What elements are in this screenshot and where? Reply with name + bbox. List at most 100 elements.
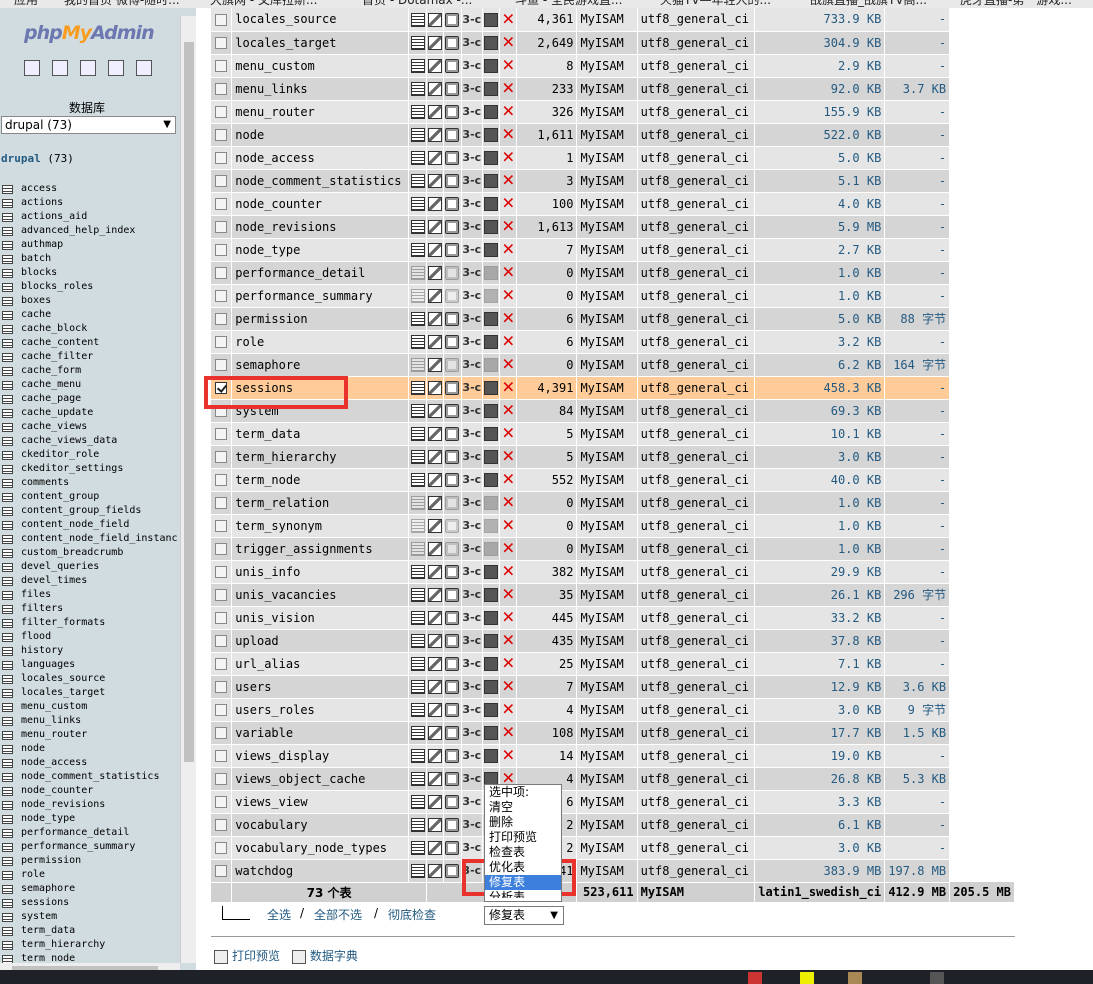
empty-cell[interactable] <box>482 629 501 653</box>
sidebar-table-item[interactable]: cache_filter <box>2 350 178 364</box>
structure-cell[interactable] <box>426 353 445 377</box>
row-checkbox[interactable] <box>215 842 228 854</box>
structure-icon[interactable] <box>428 587 443 602</box>
empty-icon[interactable] <box>484 12 499 27</box>
browse-icon[interactable] <box>410 472 425 487</box>
insert-icon[interactable]: 3-c <box>462 381 481 395</box>
browse-icon[interactable] <box>410 518 425 533</box>
browse-icon[interactable] <box>410 564 425 579</box>
search-icon[interactable] <box>445 725 460 740</box>
browse-cell[interactable] <box>408 77 427 101</box>
insert-cell[interactable]: 3-c <box>461 54 484 78</box>
insert-icon[interactable]: 3-c <box>462 841 481 855</box>
row-checkbox-cell[interactable] <box>211 445 233 469</box>
table-name-link[interactable]: views_display <box>231 744 410 768</box>
bookmark-item[interactable]: 斗鱼 - 全民游戏直... <box>515 0 622 8</box>
drop-cell[interactable]: ✕ <box>499 353 518 377</box>
search-cell[interactable] <box>443 77 462 101</box>
app-icon[interactable] <box>748 972 762 984</box>
browse-icon[interactable] <box>410 679 425 694</box>
structure-icon[interactable] <box>428 702 443 717</box>
empty-cell[interactable] <box>482 307 501 331</box>
size-link[interactable]: 304.9 KB <box>754 31 886 55</box>
table-name-link[interactable]: views_view <box>231 790 410 814</box>
sidebar-table-item[interactable]: semaphore <box>2 882 178 896</box>
drop-cell[interactable]: ✕ <box>499 261 518 285</box>
search-icon[interactable] <box>445 196 460 211</box>
drop-icon[interactable]: ✕ <box>502 102 515 121</box>
table-name-link[interactable]: users_roles <box>231 698 410 722</box>
structure-cell[interactable] <box>426 422 445 446</box>
table-name-link[interactable]: unis_vision <box>231 606 410 630</box>
browse-cell[interactable] <box>408 767 427 791</box>
insert-icon[interactable]: 3-c <box>462 243 481 257</box>
insert-icon[interactable]: 3-c <box>462 818 481 832</box>
search-cell[interactable] <box>443 836 462 860</box>
structure-cell[interactable] <box>426 284 445 308</box>
structure-icon[interactable] <box>428 840 443 855</box>
structure-icon[interactable] <box>428 633 443 648</box>
browse-cell[interactable] <box>408 675 427 699</box>
sidebar-table-item[interactable]: permission <box>2 854 178 868</box>
structure-cell[interactable] <box>426 77 445 101</box>
search-icon[interactable] <box>445 495 460 510</box>
search-icon[interactable] <box>445 771 460 786</box>
insert-cell[interactable]: 3-c <box>461 399 484 423</box>
empty-cell[interactable] <box>482 31 501 55</box>
row-checkbox[interactable] <box>215 313 228 325</box>
size-link[interactable]: 1.0 KB <box>754 514 886 538</box>
row-checkbox-cell[interactable] <box>211 215 233 239</box>
table-name-link[interactable]: permission <box>231 307 410 331</box>
empty-cell[interactable] <box>482 491 501 515</box>
browse-icon[interactable] <box>410 311 425 326</box>
size-link[interactable]: 1.0 KB <box>754 537 886 561</box>
search-icon[interactable] <box>445 104 460 119</box>
browse-icon[interactable] <box>410 633 425 648</box>
empty-cell[interactable] <box>482 445 501 469</box>
drop-cell[interactable]: ✕ <box>499 54 518 78</box>
search-icon[interactable] <box>445 840 460 855</box>
browse-cell[interactable] <box>408 123 427 147</box>
row-checkbox-cell[interactable] <box>211 54 233 78</box>
structure-icon[interactable] <box>428 357 443 372</box>
search-cell[interactable] <box>443 146 462 170</box>
structure-icon[interactable] <box>428 104 443 119</box>
row-checkbox-cell[interactable] <box>211 238 233 262</box>
drop-icon[interactable]: ✕ <box>502 470 515 489</box>
empty-icon[interactable] <box>484 564 499 579</box>
insert-icon[interactable]: 3-c <box>462 266 481 280</box>
database-heading[interactable]: drupal (73) <box>1 152 74 165</box>
drop-cell[interactable]: ✕ <box>499 77 518 101</box>
empty-icon[interactable] <box>484 472 499 487</box>
insert-cell[interactable]: 3-c <box>461 606 484 630</box>
empty-cell[interactable] <box>482 8 501 32</box>
drop-icon[interactable]: ✕ <box>502 309 515 328</box>
search-icon[interactable] <box>445 265 460 280</box>
row-checkbox[interactable] <box>215 382 228 394</box>
table-name-link[interactable]: node_counter <box>231 192 410 216</box>
browse-cell[interactable] <box>408 31 427 55</box>
structure-icon[interactable] <box>428 449 443 464</box>
sidebar-table-item[interactable]: node <box>2 742 178 756</box>
size-link[interactable]: 1.0 KB <box>754 491 886 515</box>
structure-cell[interactable] <box>426 54 445 78</box>
row-checkbox-cell[interactable] <box>211 675 233 699</box>
insert-cell[interactable]: 3-c <box>461 698 484 722</box>
search-cell[interactable] <box>443 169 462 193</box>
insert-icon[interactable]: 3-c <box>462 496 481 510</box>
table-name-link[interactable]: performance_summary <box>231 284 410 308</box>
empty-icon[interactable] <box>484 610 499 625</box>
table-name-link[interactable]: term_hierarchy <box>231 445 410 469</box>
row-checkbox[interactable] <box>215 267 228 279</box>
browse-cell[interactable] <box>408 215 427 239</box>
search-icon[interactable] <box>445 541 460 556</box>
insert-cell[interactable]: 3-c <box>461 330 484 354</box>
empty-icon[interactable] <box>484 127 499 142</box>
drop-cell[interactable]: ✕ <box>499 376 518 400</box>
sidebar-table-item[interactable]: performance_detail <box>2 826 178 840</box>
search-cell[interactable] <box>443 468 462 492</box>
row-checkbox-cell[interactable] <box>211 629 233 653</box>
row-checkbox-cell[interactable] <box>211 77 233 101</box>
drop-icon[interactable]: ✕ <box>502 194 515 213</box>
insert-icon[interactable]: 3-c <box>462 358 481 372</box>
